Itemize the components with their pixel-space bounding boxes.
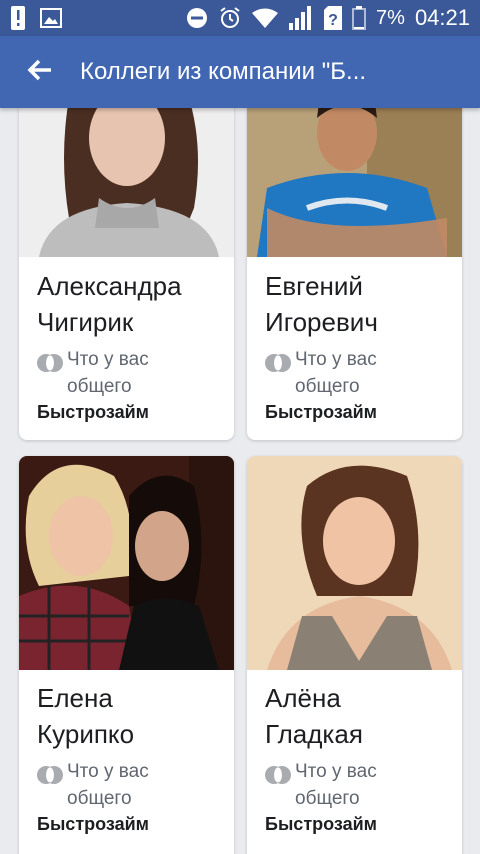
mutual-friends-icon [265,766,291,784]
do-not-disturb-icon [186,7,208,29]
signal-icon [288,6,314,30]
mutual-friends-icon [37,354,63,372]
profile-photo[interactable] [19,108,234,257]
people-grid: Александра Чигирик Что у вас общего Быст… [0,108,480,854]
mutual-label: Что у вас общего [295,349,377,397]
mutual-info[interactable]: Что у вас общего [37,758,187,812]
page-title: Коллеги из компании "Б... [80,58,367,85]
company-name: Быстрозайм [37,814,149,834]
mutual-label: Что у вас общего [295,761,377,809]
wifi-icon [252,8,279,28]
person-first-name: Елена [37,683,113,713]
mutual-label: Что у вас общего [67,761,149,809]
clock: 04:21 [414,5,470,30]
person-card[interactable]: Елена Курипко Что у вас общего Быстрозай… [19,456,234,854]
profile-photo[interactable] [247,456,462,670]
battery-percent: 7% [376,6,405,29]
unknown-sim-icon: ? [324,6,343,30]
person-card[interactable]: Алёна Гладкая Что у вас общего Быстрозай… [247,456,462,854]
battery-icon [352,6,367,30]
mutual-friends-icon [37,766,63,784]
svg-text:?: ? [328,12,338,29]
mutual-label: Что у вас общего [67,349,149,397]
alert-icon [10,6,26,30]
company-name: Быстрозайм [265,814,377,834]
person-last-name: Гладкая [265,719,363,749]
person-first-name: Александра [37,271,182,301]
person-last-name: Чигирик [37,307,134,337]
app-bar: Коллеги из компании "Б... [0,36,480,108]
mutual-info[interactable]: Что у вас общего [265,758,415,812]
person-card[interactable]: Александра Чигирик Что у вас общего Быст… [19,108,234,440]
company-name: Быстрозайм [265,402,377,422]
profile-photo[interactable] [247,108,462,257]
person-card[interactable]: Евгений Игоревич Что у вас общего Быстро… [247,108,462,440]
mutual-friends-icon [265,354,291,372]
person-first-name: Алёна [265,683,341,713]
alarm-icon [218,6,242,30]
person-first-name: Евгений [265,271,363,301]
company-name: Быстрозайм [37,402,149,422]
image-icon [40,8,62,28]
mutual-info[interactable]: Что у вас общего [37,346,187,400]
arrow-left-icon [27,58,53,87]
back-button[interactable] [0,36,80,108]
person-last-name: Курипко [37,719,135,749]
person-last-name: Игоревич [265,307,378,337]
profile-photo[interactable] [19,456,234,670]
mutual-info[interactable]: Что у вас общего [265,346,415,400]
status-bar: ? 7% 04:21 [0,0,480,36]
